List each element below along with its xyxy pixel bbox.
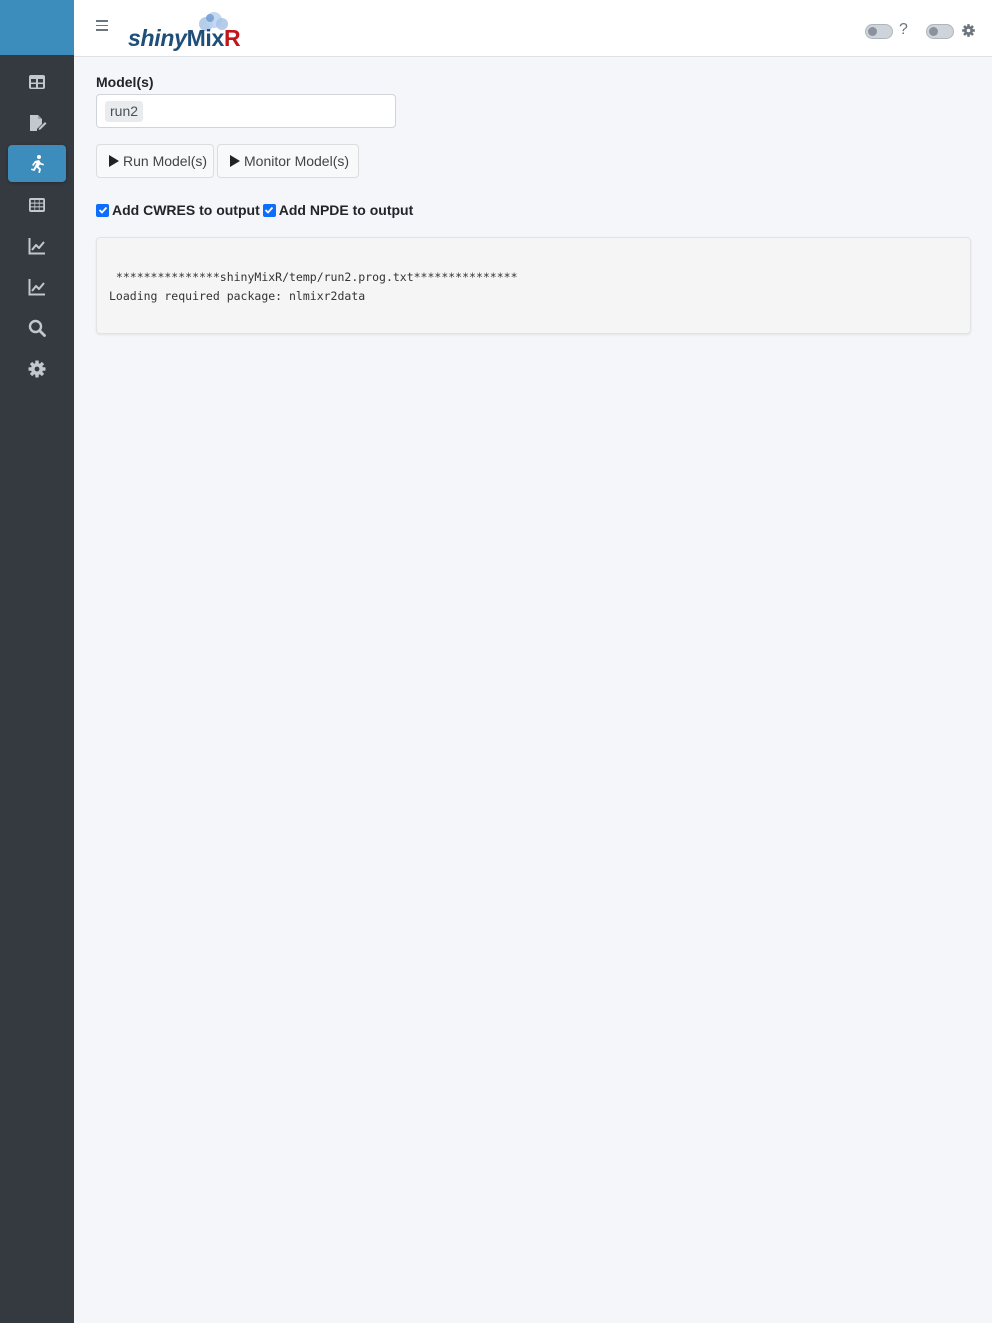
app-logo: shinyMixR	[128, 10, 248, 51]
file-edit-icon	[30, 114, 47, 131]
logo-text: shinyMixR	[128, 25, 241, 51]
output-line: Loading required package: nlmixr2data	[109, 289, 366, 303]
chart-line-icon	[28, 237, 45, 254]
check-icon	[98, 206, 107, 214]
output-line: ***************shinyMixR/temp/run2.prog.…	[109, 270, 518, 284]
chart-line-icon	[28, 278, 45, 295]
model-select[interactable]: run2	[96, 94, 396, 128]
monitor-models-label: Monitor Model(s)	[244, 153, 350, 169]
monitor-models-button[interactable]: Monitor Model(s)	[217, 144, 359, 178]
cwres-option: Add CWRES to output	[96, 202, 260, 218]
gear-icon	[962, 24, 975, 37]
theme-toggle[interactable]	[926, 24, 954, 39]
sidebar-item-plots[interactable]	[8, 227, 66, 264]
sidebar-item-settings[interactable]	[8, 350, 66, 387]
sidebar-item-overview[interactable]	[8, 63, 66, 100]
play-icon	[109, 155, 119, 167]
hamburger-menu-icon[interactable]	[96, 17, 110, 37]
gear-icon	[28, 360, 46, 377]
npde-option: Add NPDE to output	[262, 202, 414, 218]
sidebar-item-gof[interactable]	[8, 268, 66, 305]
question-icon: ?	[899, 21, 908, 38]
cwres-checkbox[interactable]	[96, 203, 109, 217]
sidebar-item-edit[interactable]	[8, 104, 66, 141]
sidebar-brand	[0, 0, 74, 55]
help-toggle[interactable]	[865, 24, 893, 39]
top-navbar: shinyMixR ?	[74, 0, 992, 57]
sidebar-item-run[interactable]	[8, 145, 66, 182]
npde-label: Add NPDE to output	[278, 202, 414, 218]
table-icon	[29, 74, 45, 89]
sidebar	[0, 0, 74, 1323]
check-icon	[265, 206, 274, 214]
play-icon	[230, 155, 240, 167]
search-icon	[28, 319, 46, 337]
selected-model-chip[interactable]: run2	[105, 101, 144, 122]
output-options: Add CWRES to output Add NPDE to output	[96, 202, 416, 218]
npde-checkbox[interactable]	[262, 203, 276, 217]
grid-icon	[29, 197, 45, 212]
sidebar-item-data[interactable]	[8, 186, 66, 223]
model-label: Model(s)	[96, 74, 154, 90]
sidebar-nav	[0, 55, 74, 387]
running-icon	[31, 154, 44, 173]
run-models-label: Run Model(s)	[123, 153, 208, 169]
progress-output: ***************shinyMixR/temp/run2.prog.…	[96, 237, 971, 334]
run-models-button[interactable]: Run Model(s)	[96, 144, 214, 178]
sidebar-item-search[interactable]	[8, 309, 66, 346]
cwres-label: Add CWRES to output	[112, 202, 260, 218]
